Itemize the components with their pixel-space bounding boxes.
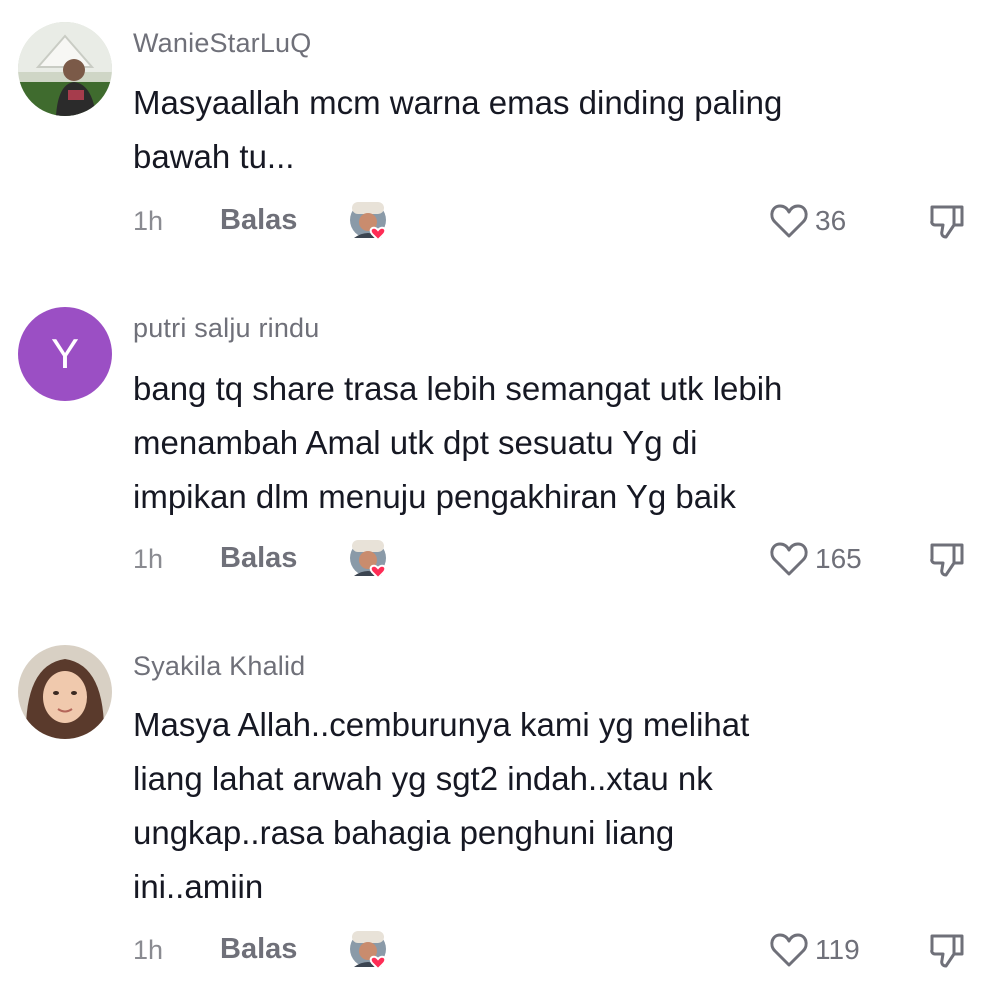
reply-button[interactable]: Balas — [220, 933, 297, 966]
comment-actions: 1h Balas 165 — [133, 538, 983, 582]
comment-text-line: liang lahat arwah yg sgt2 indah..xtau nk — [133, 760, 713, 797]
user-photo-avatar-icon — [18, 22, 112, 116]
comment-username[interactable]: putri salju rindu — [133, 313, 320, 344]
creator-liked-badge-icon — [350, 931, 387, 971]
thumbs-down-icon[interactable] — [928, 539, 966, 579]
creator-liked-badge-icon — [350, 540, 387, 580]
comment-actions: 1h Balas 119 — [133, 929, 983, 973]
like-button[interactable]: 165 — [769, 538, 862, 580]
comment-text-line: impikan dlm menuju pengakhiran Yg baik — [133, 478, 736, 515]
reply-button[interactable]: Balas — [220, 204, 297, 237]
avatar-letter: Y — [50, 330, 79, 377]
heart-outline-icon — [770, 204, 808, 238]
comment-time: 1h — [133, 544, 164, 574]
comment-username[interactable]: WanieStarLuQ — [133, 28, 311, 59]
comment-text-line: bawah tu... — [133, 138, 295, 175]
avatar[interactable] — [18, 22, 112, 116]
like-count: 165 — [815, 543, 862, 574]
avatar[interactable] — [18, 645, 112, 739]
like-button[interactable]: 36 — [769, 200, 846, 242]
like-button[interactable]: 119 — [769, 929, 860, 971]
comment-text-line: Masyaallah mcm warna emas dinding paling — [133, 84, 783, 121]
avatar[interactable]: Y — [18, 307, 112, 401]
thumbs-down-icon[interactable] — [928, 930, 966, 970]
heart-outline-icon — [770, 542, 808, 576]
like-count: 36 — [815, 205, 847, 236]
user-photo-avatar-icon — [18, 645, 112, 739]
comment-text: bang tq share trasa lebih semangat utk l… — [133, 362, 963, 524]
comment-time: 1h — [133, 935, 164, 965]
thumbs-down-icon[interactable] — [928, 201, 966, 241]
comment-text-line: ini..amiin — [133, 868, 264, 905]
comment-text-line: menambah Amal utk dpt sesuatu Yg di — [133, 424, 698, 461]
comment-text-line: ungkap..rasa bahagia penghuni liang — [133, 814, 675, 851]
creator-liked-badge-icon — [350, 202, 387, 242]
comment-text-line: bang tq share trasa lebih semangat utk l… — [133, 370, 783, 407]
comment-text-line: Masya Allah..cemburunya kami yg melihat — [133, 706, 750, 743]
comment-text: Masyaallah mcm warna emas dinding paling… — [133, 76, 963, 184]
reply-button[interactable]: Balas — [220, 542, 297, 575]
comment-text: Masya Allah..cemburunya kami yg melihat … — [133, 698, 963, 914]
comment-time: 1h — [133, 206, 164, 236]
heart-outline-icon — [770, 933, 808, 967]
comment-username[interactable]: Syakila Khalid — [133, 651, 305, 682]
like-count: 119 — [815, 934, 860, 965]
comment-actions: 1h Balas 36 — [133, 200, 983, 244]
